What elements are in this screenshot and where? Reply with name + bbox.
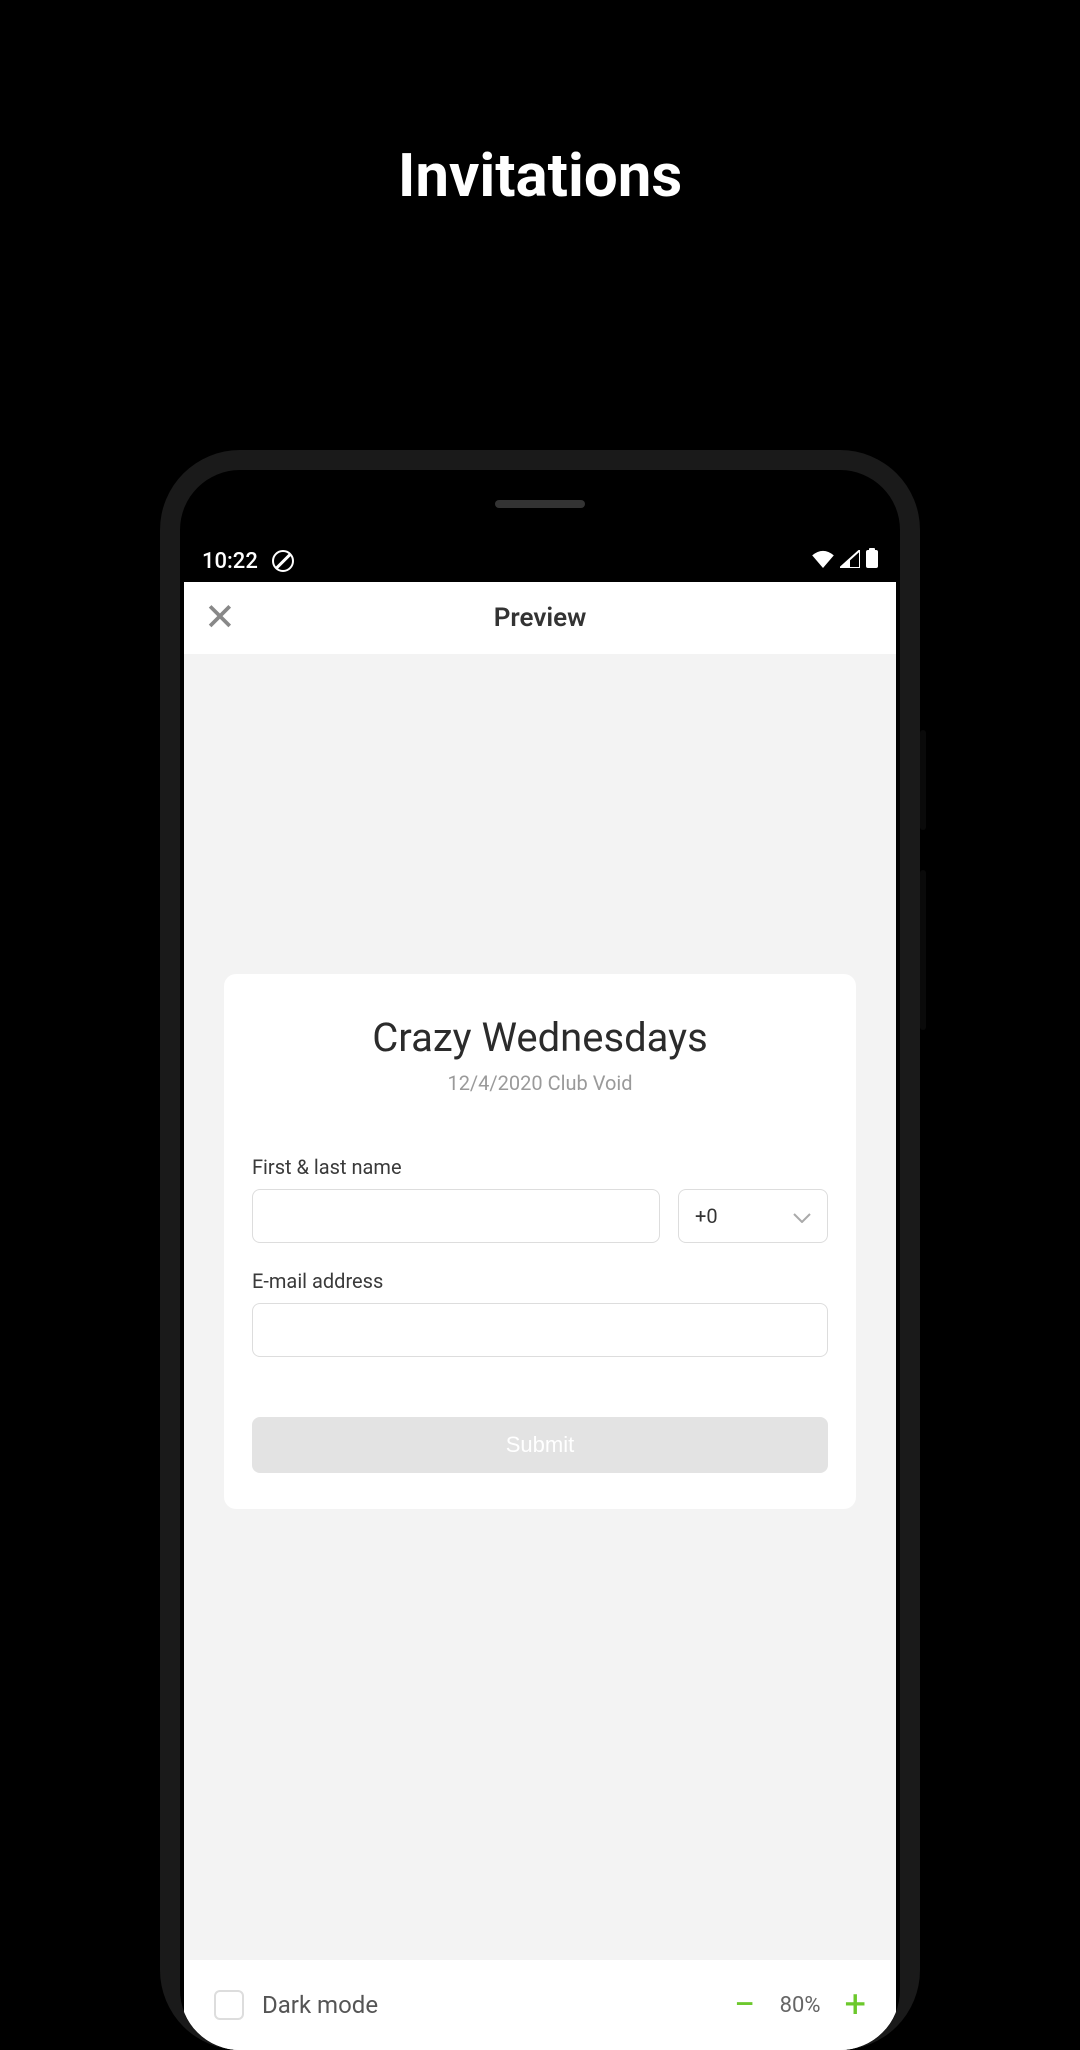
status-time: 10:22 <box>202 549 258 574</box>
battery-icon <box>866 548 878 574</box>
submit-button[interactable]: Submit <box>252 1417 828 1473</box>
zoom-out-button[interactable]: − <box>734 1986 756 2024</box>
darkmode-checkbox[interactable] <box>214 1990 244 2020</box>
status-bar: 10:22 <box>184 540 896 582</box>
phone-side-button <box>920 870 926 1030</box>
name-input[interactable] <box>252 1189 660 1243</box>
event-title: Crazy Wednesdays <box>252 1014 828 1061</box>
zoom-in-button[interactable]: + <box>844 1986 866 2024</box>
page-title: Invitations <box>0 0 1080 211</box>
footer-bar: Dark mode − 80% + <box>184 1960 896 2050</box>
content-area: Crazy Wednesdays 12/4/2020 Club Void Fir… <box>184 654 896 2050</box>
cell-signal-icon <box>840 549 860 574</box>
name-label: First & last name <box>252 1155 828 1179</box>
darkmode-label: Dark mode <box>262 1991 734 2019</box>
phone-screen: 10:22 ✕ Preview <box>184 540 896 2050</box>
event-subtitle: 12/4/2020 Club Void <box>252 1071 828 1095</box>
close-icon[interactable]: ✕ <box>204 599 236 637</box>
phone-frame: 10:22 ✕ Preview <box>160 450 920 2050</box>
zoom-controls: − 80% + <box>734 1986 866 2024</box>
zoom-value: 80% <box>780 1993 821 2018</box>
guests-value: +0 <box>695 1204 718 1228</box>
header-title: Preview <box>184 603 896 633</box>
phone-inner: 10:22 ✕ Preview <box>180 470 900 2050</box>
do-not-disturb-icon <box>272 550 294 572</box>
invitation-card: Crazy Wednesdays 12/4/2020 Club Void Fir… <box>224 974 856 1509</box>
guests-select[interactable]: +0 <box>678 1189 828 1243</box>
phone-side-button <box>920 730 926 830</box>
chevron-down-icon <box>793 1204 811 1228</box>
app-header: ✕ Preview <box>184 582 896 654</box>
wifi-icon <box>812 549 834 574</box>
email-input[interactable] <box>252 1303 828 1357</box>
phone-speaker <box>495 500 585 508</box>
email-label: E-mail address <box>252 1269 828 1293</box>
